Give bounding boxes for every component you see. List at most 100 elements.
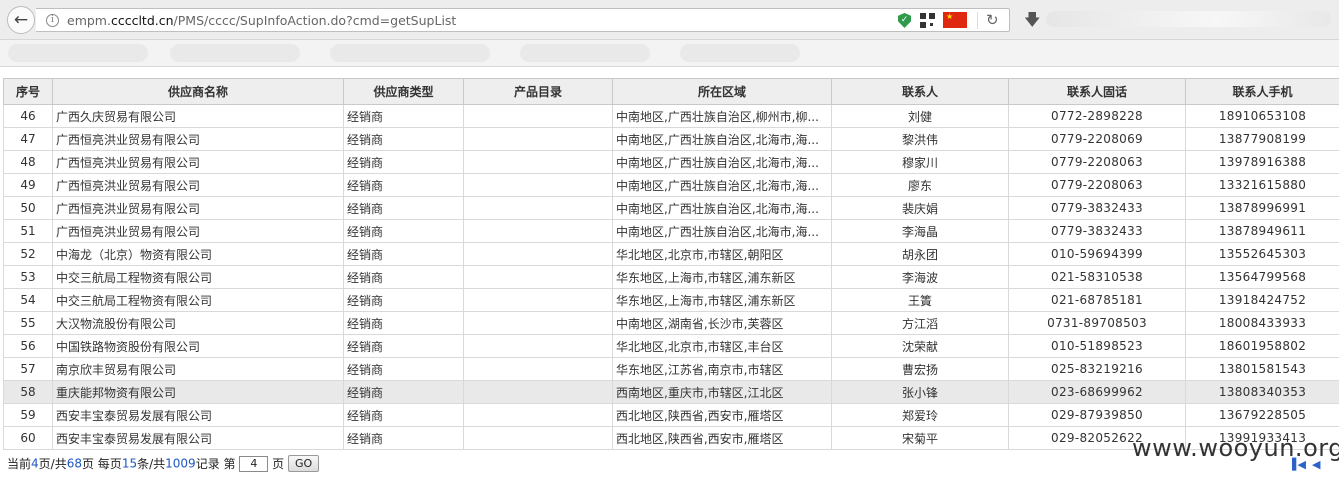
page-number-input[interactable]: 4 [239, 455, 269, 472]
pager-label: 当前 [7, 457, 32, 471]
table-row[interactable]: 50 广西恒亮洪业贸易有限公司 经销商 中南地区,广西壮族自治区,北海市,海..… [3, 196, 1339, 220]
table-row[interactable]: 48 广西恒亮洪业贸易有限公司 经销商 中南地区,广西壮族自治区,北海市,海..… [3, 150, 1339, 174]
table-row[interactable]: 55 大汉物流股份有限公司 经销商 中南地区,湖南省,长沙市,芙蓉区 方江滔 0… [3, 311, 1339, 335]
cell-supplier-type: 经销商 [343, 380, 464, 404]
cell-supplier-name: 西安丰宝泰贸易发展有限公司 [52, 426, 344, 450]
url-text[interactable]: empm.ccccltd.cn/PMS/cccc/SupInfoAction.d… [67, 13, 456, 28]
cell-supplier-type: 经销商 [343, 334, 464, 358]
current-page-number: 4 [31, 456, 39, 471]
cell-supplier-type: 经销商 [343, 265, 464, 289]
cell-no: 50 [3, 196, 53, 220]
cell-region: 中南地区,广西壮族自治区,北海市,海... [612, 219, 832, 243]
blurred-bookmark [330, 44, 490, 62]
cell-contact: 黎洪伟 [831, 127, 1009, 151]
table-row-highlighted[interactable]: 58 重庆能邦物资有限公司 经销商 西南地区,重庆市,市辖区,江北区 张小锋 0… [3, 380, 1339, 404]
cell-mobile: 13877908199 [1185, 127, 1339, 151]
column-header-supplier-type[interactable]: 供应商类型 [343, 78, 464, 105]
cell-supplier-type: 经销商 [343, 403, 464, 427]
cell-contact: 王簀 [831, 288, 1009, 312]
cell-region: 西南地区,重庆市,市辖区,江北区 [612, 380, 832, 404]
table-row[interactable]: 57 南京欣丰贸易有限公司 经销商 华东地区,江苏省,南京市,市辖区 曹宏扬 0… [3, 357, 1339, 381]
table-row[interactable]: 49 广西恒亮洪业贸易有限公司 经销商 中南地区,广西壮族自治区,北海市,海..… [3, 173, 1339, 197]
table-row[interactable]: 51 广西恒亮洪业贸易有限公司 经销商 中南地区,广西壮族自治区,北海市,海..… [3, 219, 1339, 243]
cell-supplier-type: 经销商 [343, 242, 464, 266]
cell-region: 中南地区,广西壮族自治区,北海市,海... [612, 150, 832, 174]
cell-phone: 021-58310538 [1008, 265, 1186, 289]
cell-product-catalog [463, 334, 613, 358]
column-header-phone[interactable]: 联系人固话 [1008, 78, 1186, 105]
table-row[interactable]: 52 中海龙（北京）物资有限公司 经销商 华北地区,北京市,市辖区,朝阳区 胡永… [3, 242, 1339, 266]
cell-product-catalog [463, 173, 613, 197]
cell-phone: 029-87939850 [1008, 403, 1186, 427]
cell-region: 中南地区,广西壮族自治区,北海市,海... [612, 127, 832, 151]
cell-supplier-type: 经销商 [343, 288, 464, 312]
column-header-no[interactable]: 序号 [3, 78, 53, 105]
info-icon[interactable]: i [46, 14, 59, 27]
cell-supplier-type: 经销商 [343, 104, 464, 128]
cell-no: 46 [3, 104, 53, 128]
watermark: www.wooyun.org [1132, 434, 1339, 462]
cell-supplier-type: 经销商 [343, 426, 464, 450]
cell-supplier-type: 经销商 [343, 357, 464, 381]
cell-region: 华东地区,上海市,市辖区,浦东新区 [612, 265, 832, 289]
cell-phone: 0779-3832433 [1008, 196, 1186, 220]
qr-code-icon[interactable] [920, 13, 935, 28]
back-arrow-icon[interactable]: ← [7, 6, 35, 34]
cell-phone: 010-51898523 [1008, 334, 1186, 358]
cell-product-catalog [463, 104, 613, 128]
column-header-product-catalog[interactable]: 产品目录 [463, 78, 613, 105]
cell-product-catalog [463, 380, 613, 404]
china-flag-icon[interactable]: ★ [943, 12, 967, 28]
cell-supplier-type: 经销商 [343, 196, 464, 220]
cell-mobile: 18601958802 [1185, 334, 1339, 358]
total-records-number: 1009 [165, 456, 196, 471]
shield-icon[interactable]: ✓ [898, 13, 911, 28]
cell-phone: 0731-89708503 [1008, 311, 1186, 335]
cell-mobile: 13878996991 [1185, 196, 1339, 220]
cell-mobile: 18008433933 [1185, 311, 1339, 335]
reload-icon[interactable]: ↻ [986, 11, 999, 29]
address-bar[interactable]: i empm.ccccltd.cn/PMS/cccc/SupInfoAction… [36, 8, 1010, 32]
cell-region: 华东地区,江苏省,南京市,市辖区 [612, 357, 832, 381]
cell-product-catalog [463, 403, 613, 427]
bookmarks-bar [0, 40, 1339, 67]
download-icon[interactable]: 🡇 [1024, 9, 1040, 36]
prev-page-icon[interactable]: ◀ [1312, 458, 1320, 471]
table-row[interactable]: 46 广西久庆贸易有限公司 经销商 中南地区,广西壮族自治区,柳州市,柳... … [3, 104, 1339, 128]
per-page-number: 15 [121, 456, 138, 471]
cell-phone: 025-83219216 [1008, 357, 1186, 381]
cell-phone: 0779-2208063 [1008, 150, 1186, 174]
go-button[interactable]: GO [288, 455, 320, 472]
table-row[interactable]: 54 中交三航局工程物资有限公司 经销商 华东地区,上海市,市辖区,浦东新区 王… [3, 288, 1339, 312]
cell-phone: 0779-3832433 [1008, 219, 1186, 243]
table-row[interactable]: 53 中交三航局工程物资有限公司 经销商 华东地区,上海市,市辖区,浦东新区 李… [3, 265, 1339, 289]
cell-product-catalog [463, 219, 613, 243]
cell-contact: 沈荣献 [831, 334, 1009, 358]
total-pages-number: 68 [66, 456, 82, 471]
cell-supplier-name: 重庆能邦物资有限公司 [52, 380, 344, 404]
cell-product-catalog [463, 288, 613, 312]
column-header-region[interactable]: 所在区域 [612, 78, 832, 105]
cell-mobile: 13321615880 [1185, 173, 1339, 197]
cell-no: 58 [3, 380, 53, 404]
table-row[interactable]: 59 西安丰宝泰贸易发展有限公司 经销商 西北地区,陕西省,西安市,雁塔区 郑爱… [3, 403, 1339, 427]
cell-supplier-name: 中海龙（北京）物资有限公司 [52, 242, 344, 266]
cell-phone: 0779-2208063 [1008, 173, 1186, 197]
supplier-table: 序号 供应商名称 供应商类型 产品目录 所在区域 联系人 联系人固话 联系人手机… [3, 78, 1339, 450]
first-page-icon[interactable]: ▌◀ [1292, 458, 1306, 471]
cell-supplier-name: 中国铁路物资股份有限公司 [52, 334, 344, 358]
pagination-bar: 当前4页/共68页 每页15条/共1009记录 第 4 页 GO [7, 455, 320, 473]
cell-supplier-name: 广西恒亮洪业贸易有限公司 [52, 173, 344, 197]
column-header-supplier-name[interactable]: 供应商名称 [52, 78, 344, 105]
table-row[interactable]: 56 中国铁路物资股份有限公司 经销商 华北地区,北京市,市辖区,丰台区 沈荣献… [3, 334, 1339, 358]
blurred-bookmark [680, 44, 800, 62]
blurred-region [1046, 11, 1331, 27]
cell-supplier-name: 广西恒亮洪业贸易有限公司 [52, 196, 344, 220]
cell-phone: 010-59694399 [1008, 242, 1186, 266]
cell-no: 57 [3, 357, 53, 381]
column-header-contact[interactable]: 联系人 [831, 78, 1009, 105]
column-header-mobile[interactable]: 联系人手机 [1185, 78, 1339, 105]
cell-contact: 穆家川 [831, 150, 1009, 174]
table-row[interactable]: 47 广西恒亮洪业贸易有限公司 经销商 中南地区,广西壮族自治区,北海市,海..… [3, 127, 1339, 151]
cell-mobile: 13918424752 [1185, 288, 1339, 312]
